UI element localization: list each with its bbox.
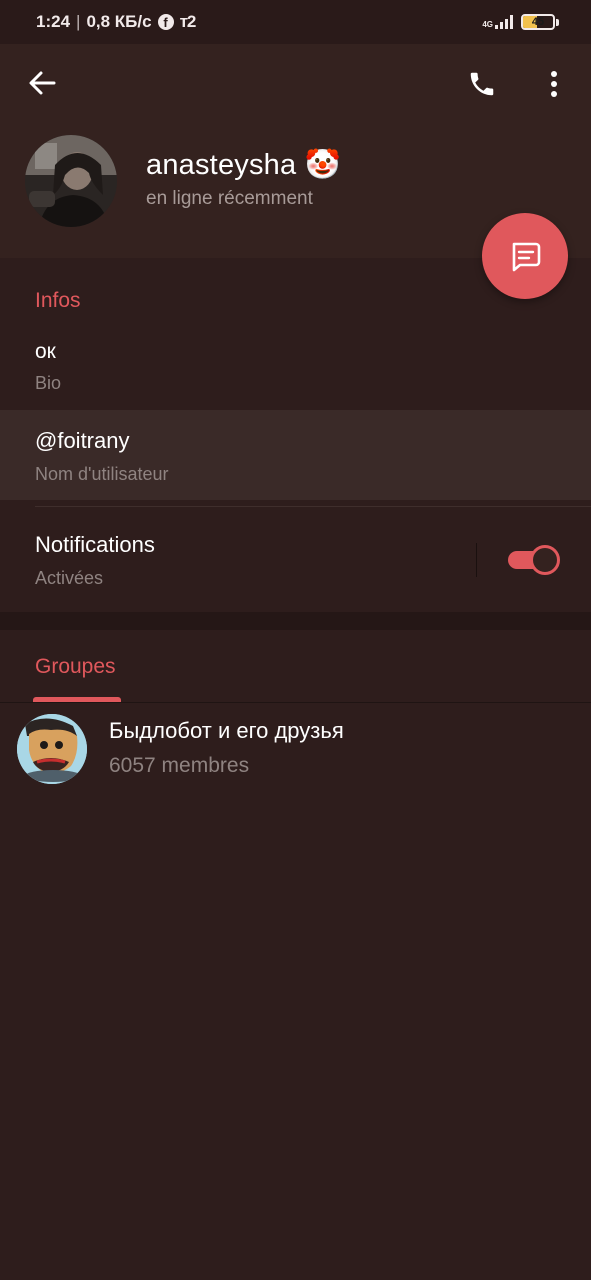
status-left: 1:24 | 0,8 КБ/с f т2 — [36, 12, 197, 32]
notifications-label: Notifications — [35, 532, 155, 557]
profile-name: anasteysha 🤡 — [146, 148, 341, 182]
status-time: 1:24 — [36, 12, 71, 31]
network-indicator: 4G — [482, 15, 513, 29]
notifications-row[interactable]: Notifications Activées — [0, 507, 591, 612]
arrow-left-icon — [29, 71, 56, 95]
network-type-label: 4G — [482, 20, 493, 29]
avatar-photo — [25, 135, 117, 227]
username-row[interactable]: @foitrany Nom d'utilisateur — [0, 410, 591, 500]
group-list-item[interactable]: Быдлобот и его друзья 6057 membres — [0, 706, 591, 790]
notifications-state: Activées — [35, 568, 104, 588]
battery-icon: 45 — [521, 14, 555, 30]
notifications-toggle[interactable] — [508, 545, 560, 575]
profile-name-text: anasteysha — [146, 149, 297, 181]
groups-tab-bar: Groupes — [0, 630, 591, 703]
battery-tip — [556, 18, 559, 26]
network-speed: 0,8 КБ/с — [86, 12, 152, 31]
bio-label: Bio — [35, 373, 62, 393]
tab-groups[interactable]: Groupes — [35, 655, 116, 679]
group-avatar — [17, 714, 87, 784]
tabs-divider — [0, 702, 591, 703]
bio-value: ок — [35, 340, 56, 363]
more-options-button[interactable] — [536, 64, 572, 104]
status-bar: 1:24 | 0,8 КБ/с f т2 4G 45 — [0, 0, 591, 44]
profile-status: en ligne récemment — [146, 188, 313, 209]
battery-level: 45 — [531, 16, 545, 28]
group-name: Быдлобот и его друзья — [109, 718, 344, 743]
more-vertical-icon — [551, 71, 557, 97]
section-gap — [0, 612, 591, 630]
group-avatar-image — [17, 714, 87, 784]
info-section: Infos ок Bio @foitrany Nom d'utilisateur… — [0, 260, 591, 612]
username-value: @foitrany — [35, 428, 130, 453]
toggle-knob — [530, 545, 560, 575]
facebook-icon: f — [157, 14, 174, 30]
status-separator: | — [76, 12, 81, 31]
battery-indicator: 45 — [521, 14, 559, 30]
profile-screen: 1:24 | 0,8 КБ/с f т2 4G 45 anasteysha 🤡 … — [0, 0, 591, 1280]
carrier-icon: т2 — [179, 12, 197, 31]
profile-avatar[interactable] — [25, 135, 117, 227]
call-button[interactable] — [460, 64, 504, 104]
clown-emoji: 🤡 — [304, 149, 341, 181]
group-members-count: 6057 membres — [109, 754, 250, 777]
status-right: 4G 45 — [482, 14, 559, 30]
notifications-divider — [476, 543, 477, 577]
info-section-title: Infos — [35, 289, 81, 312]
message-icon — [512, 242, 541, 272]
bio-row[interactable]: ок Bio — [0, 330, 591, 404]
username-label: Nom d'utilisateur — [35, 464, 169, 484]
signal-icon — [495, 15, 513, 29]
send-message-button[interactable] — [482, 213, 568, 299]
phone-icon — [470, 72, 494, 96]
back-button[interactable] — [20, 66, 64, 100]
